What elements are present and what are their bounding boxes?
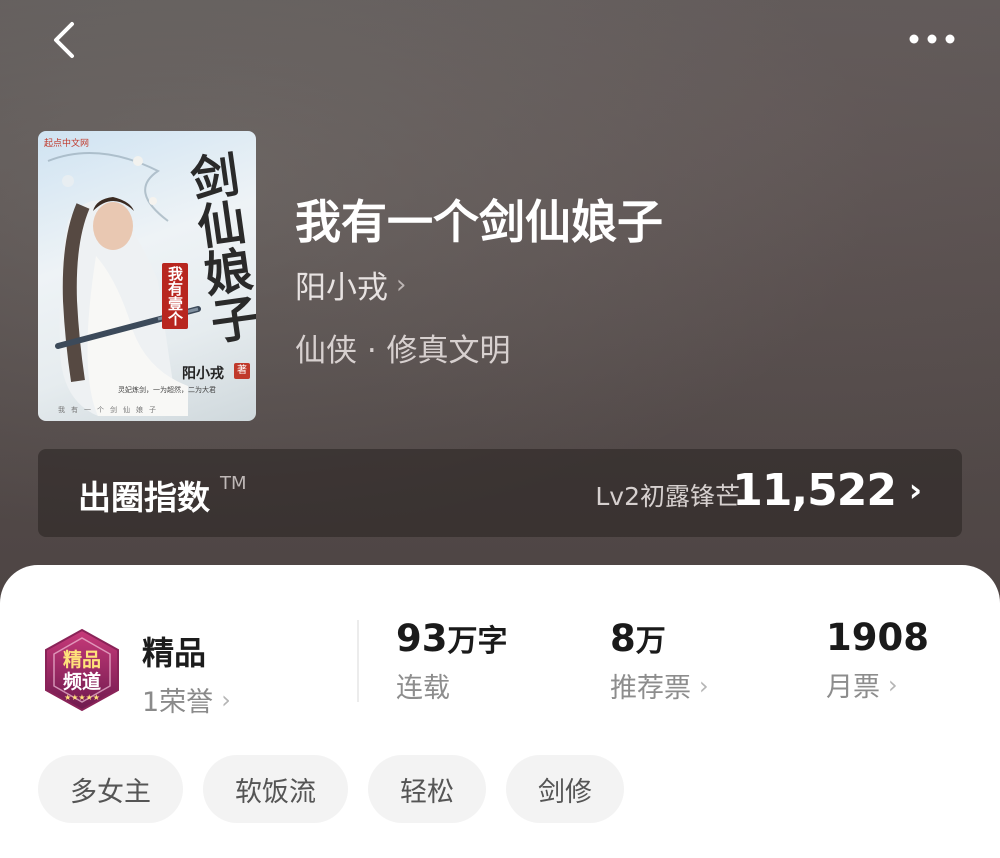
- cover-title-sub: 我有壹个: [162, 263, 188, 329]
- book-genre: 仙侠 · 修真文明: [295, 333, 511, 369]
- book-cover[interactable]: 起点中文网 剑仙娘子 我有壹个 阳小戎 著 灵妃炼剑，一为超然，二为大君 我有一…: [38, 131, 256, 421]
- popularity-index-bar[interactable]: 出圈指数 TM Lv2初露锋芒 11,522 ›: [38, 449, 962, 537]
- cover-tagline: 灵妃炼剑，一为超然，二为大君: [118, 386, 216, 394]
- serial-status: 连载: [396, 673, 450, 704]
- chevron-right-icon: ›: [888, 670, 898, 699]
- back-button[interactable]: [44, 18, 88, 62]
- cover-brand: 起点中文网: [44, 139, 90, 149]
- recommend-votes-stat[interactable]: 8万 推荐票 ›: [610, 616, 709, 705]
- honor-link[interactable]: 1荣誉 ›: [142, 680, 231, 719]
- index-label: 出圈指数: [78, 478, 210, 517]
- author-name: 阳小戎: [295, 270, 388, 306]
- chevron-left-icon: [54, 22, 74, 58]
- svg-text:★★★★★: ★★★★★: [64, 693, 100, 702]
- premium-badge-icon: 精品 频道 ★★★★★: [40, 628, 124, 712]
- cover-author: 阳小戎: [182, 366, 224, 382]
- chevron-right-icon: ›: [908, 471, 922, 509]
- recommend-votes-unit: 万: [635, 624, 666, 659]
- tag-chip[interactable]: 轻松: [368, 755, 486, 823]
- cover-author-badge: 著: [234, 363, 250, 379]
- monthly-votes-number: 1908: [826, 616, 929, 659]
- word-count-stat: 93万字 连载: [396, 616, 508, 705]
- svg-text:精品: 精品: [63, 648, 101, 671]
- tag-list: 多女主 软饭流 轻松 剑修: [38, 755, 624, 823]
- word-count-number: 93: [396, 617, 448, 660]
- index-level: Lv2初露锋芒: [595, 482, 740, 511]
- svg-text:频道: 频道: [63, 670, 101, 693]
- author-link[interactable]: 阳小戎 ›: [295, 262, 406, 307]
- chevron-right-icon: ›: [699, 671, 709, 700]
- recommend-votes-number: 8: [610, 617, 636, 660]
- trademark-mark: TM: [220, 473, 247, 494]
- chevron-right-icon: ›: [396, 269, 407, 300]
- stats-divider: [357, 620, 359, 702]
- word-count-unit: 万字: [447, 624, 508, 659]
- honor-count: 1荣誉: [142, 687, 214, 718]
- monthly-votes-label: 月票: [826, 672, 880, 703]
- tag-chip[interactable]: 剑修: [506, 755, 624, 823]
- more-button[interactable]: [904, 22, 960, 56]
- tag-chip[interactable]: 多女主: [38, 755, 183, 823]
- more-horizontal-icon: [909, 34, 955, 44]
- monthly-votes-stat[interactable]: 1908 月票 ›: [826, 616, 929, 704]
- index-value: 11,522: [732, 465, 897, 516]
- recommend-votes-label: 推荐票: [610, 673, 691, 704]
- chevron-right-icon: ›: [221, 685, 231, 714]
- book-title: 我有一个剑仙娘子: [295, 195, 663, 249]
- premium-label: 精品: [142, 634, 207, 672]
- tag-chip[interactable]: 软饭流: [203, 755, 348, 823]
- cover-bottom-text: 我有一个剑仙娘子: [58, 406, 162, 414]
